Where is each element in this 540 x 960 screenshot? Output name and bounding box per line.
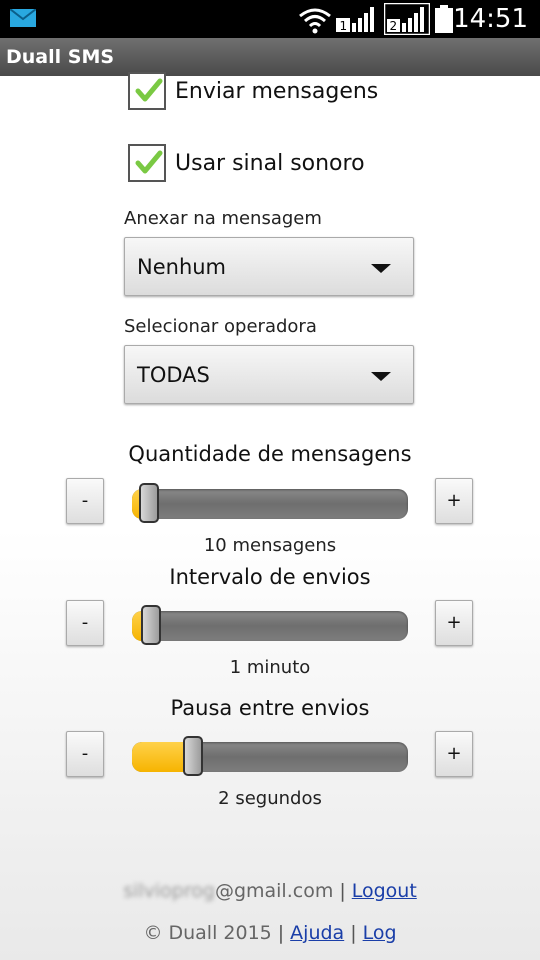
interval-title: Intervalo de envios <box>169 565 371 589</box>
mail-icon <box>10 9 36 27</box>
interval-slider[interactable] <box>132 605 408 645</box>
quantity-value: 10 mensagens <box>203 535 337 556</box>
operator-value: TODAS <box>137 363 210 387</box>
sim1-label: 1 <box>340 19 348 33</box>
app-title: Duall SMS <box>6 46 115 68</box>
dropdown-arrow-icon <box>371 264 391 273</box>
pause-value: 2 segundos <box>218 788 322 809</box>
quantity-slider-thumb[interactable] <box>139 483 159 523</box>
dropdown-arrow-icon <box>371 372 391 381</box>
attach-select[interactable]: Nenhum <box>124 237 414 296</box>
footer-separator: | <box>350 922 357 944</box>
battery-icon <box>435 5 453 33</box>
clock: 14:51 <box>453 4 528 34</box>
footer-separator: | <box>277 922 285 944</box>
send-messages-checkbox[interactable] <box>128 72 166 110</box>
pause-title: Pausa entre envios <box>170 696 370 720</box>
copyright: © Duall 2015 <box>143 922 272 944</box>
pause-decrease-button[interactable]: - <box>66 731 104 777</box>
account-footer: silvioprog@gmail.com | Logout <box>0 880 540 902</box>
operator-label: Selecionar operadora <box>124 316 317 337</box>
email-user: silvioprog <box>123 880 215 902</box>
quantity-increase-button[interactable]: + <box>435 478 473 524</box>
pause-increase-button[interactable]: + <box>435 731 473 777</box>
use-sound-option[interactable]: Usar sinal sonoro <box>128 142 365 184</box>
pause-slider-thumb[interactable] <box>183 736 203 776</box>
quantity-slider[interactable] <box>132 483 408 523</box>
interval-value: 1 minuto <box>229 657 311 678</box>
wifi-icon <box>299 8 331 34</box>
help-link[interactable]: Ajuda <box>290 922 344 944</box>
pause-slider[interactable] <box>132 736 408 776</box>
checkmark-icon <box>135 150 163 174</box>
sim2-label: 2 <box>390 19 398 33</box>
quantity-title: Quantidade de mensagens <box>128 442 412 466</box>
use-sound-checkbox[interactable] <box>128 144 166 182</box>
footer-separator: | <box>339 880 346 902</box>
signal-sim1-icon: 1 <box>336 7 374 33</box>
email-domain: @gmail.com <box>214 880 334 902</box>
interval-decrease-button[interactable]: - <box>66 600 104 646</box>
checkmark-icon <box>135 78 163 102</box>
quantity-decrease-button[interactable]: - <box>66 478 104 524</box>
interval-increase-button[interactable]: + <box>435 600 473 646</box>
attach-value: Nenhum <box>137 255 227 279</box>
links-footer: © Duall 2015 | Ajuda | Log <box>0 922 540 944</box>
log-link[interactable]: Log <box>363 922 397 944</box>
send-messages-option[interactable]: Enviar mensagens <box>128 70 378 112</box>
send-messages-label: Enviar mensagens <box>175 78 379 104</box>
logout-link[interactable]: Logout <box>352 880 417 902</box>
interval-slider-thumb[interactable] <box>141 605 161 645</box>
operator-select[interactable]: TODAS <box>124 345 414 404</box>
status-bar: 1 2 14:51 <box>0 0 540 38</box>
attach-label: Anexar na mensagem <box>124 208 322 229</box>
use-sound-label: Usar sinal sonoro <box>175 150 365 176</box>
signal-sim2-icon: 2 <box>384 3 430 35</box>
